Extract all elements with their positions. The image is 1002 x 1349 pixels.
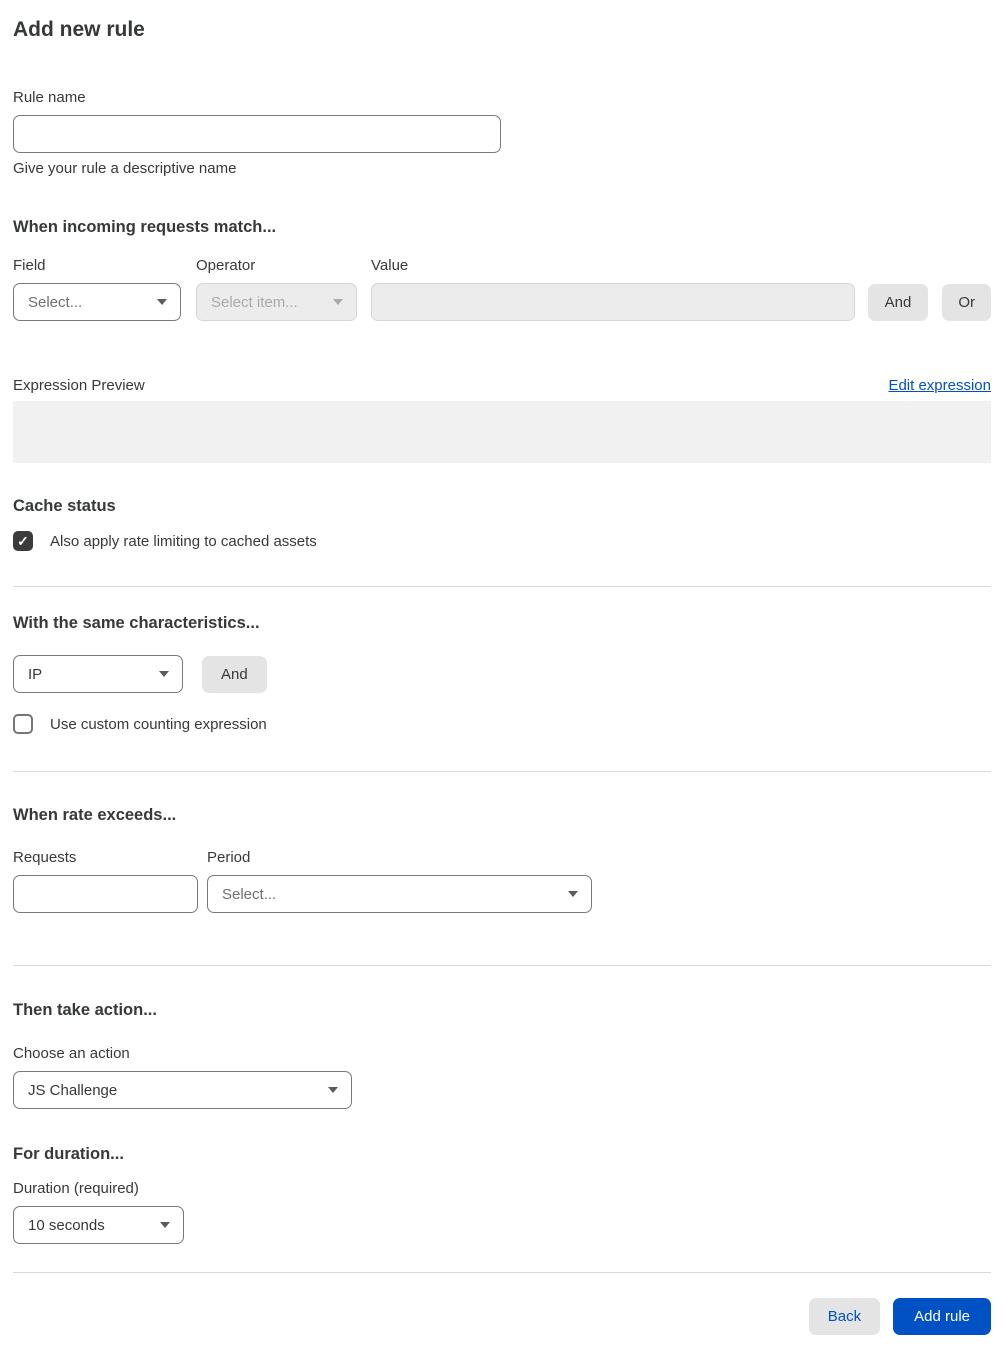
chevron-down-icon xyxy=(159,671,169,677)
chevron-down-icon xyxy=(328,1087,338,1093)
section-divider xyxy=(13,586,991,587)
field-select[interactable]: Select... xyxy=(13,283,181,321)
requests-input[interactable] xyxy=(13,875,198,913)
section-divider xyxy=(13,771,991,772)
rule-name-label: Rule name xyxy=(13,89,86,106)
rule-name-input[interactable] xyxy=(13,115,501,153)
value-input[interactable] xyxy=(371,283,855,321)
operator-label: Operator xyxy=(196,257,256,274)
cached-assets-checkbox-label: Also apply rate limiting to cached asset… xyxy=(50,532,317,550)
section-divider xyxy=(13,965,991,966)
period-select[interactable]: Select... xyxy=(207,875,592,913)
custom-counting-checkbox[interactable] xyxy=(13,714,33,734)
or-condition-button[interactable]: Or xyxy=(942,284,991,321)
operator-column: Operator Select item... xyxy=(196,257,357,321)
check-icon: ✓ xyxy=(17,533,29,549)
chevron-down-icon xyxy=(568,891,578,897)
operator-select[interactable]: Select item... xyxy=(196,283,357,321)
action-heading: Then take action... xyxy=(13,1001,157,1019)
footer-actions: Back Add rule xyxy=(13,1298,991,1335)
edit-expression-link[interactable]: Edit expression xyxy=(888,377,991,394)
characteristic-select[interactable]: IP xyxy=(13,655,183,693)
counting-expression-checkbox-row: Use custom counting expression xyxy=(13,714,991,734)
back-button[interactable]: Back xyxy=(808,1298,881,1335)
rate-heading: When rate exceeds... xyxy=(13,806,177,824)
add-rule-button[interactable]: Add rule xyxy=(893,1298,991,1335)
match-builder-row: Field Select... Operator Select item... … xyxy=(13,257,991,321)
expression-preview-label: Expression Preview xyxy=(13,377,145,394)
cached-assets-checkbox[interactable]: ✓ xyxy=(13,531,33,551)
duration-heading: For duration... xyxy=(13,1145,124,1163)
chevron-down-icon xyxy=(160,1222,170,1228)
and-condition-button[interactable]: And xyxy=(867,284,929,321)
add-rule-form: Add new rule Rule name Give your rule a … xyxy=(0,0,1002,1349)
period-select-value: Select... xyxy=(222,885,277,903)
value-label: Value xyxy=(371,257,409,274)
field-column: Field Select... xyxy=(13,257,181,321)
requests-label: Requests xyxy=(13,849,77,866)
expression-preview-header: Expression Preview Edit expression xyxy=(13,377,991,394)
custom-counting-checkbox-label: Use custom counting expression xyxy=(50,715,267,733)
operator-select-value: Select item... xyxy=(211,293,298,311)
action-select-value: JS Challenge xyxy=(28,1081,118,1099)
period-label: Period xyxy=(207,849,251,866)
period-column: Period Select... xyxy=(207,849,592,913)
rule-name-helper: Give your rule a descriptive name xyxy=(13,160,237,177)
requests-column: Requests xyxy=(13,849,198,913)
value-column: Value xyxy=(371,257,855,321)
cache-checkbox-row: ✓ Also apply rate limiting to cached ass… xyxy=(13,531,991,551)
characteristic-select-value: IP xyxy=(28,665,43,683)
characteristics-heading: With the same characteristics... xyxy=(13,614,260,632)
chevron-down-icon xyxy=(157,299,167,305)
duration-label: Duration (required) xyxy=(13,1180,139,1197)
cache-status-heading: Cache status xyxy=(13,497,116,515)
rule-name-section: Rule name Give your rule a descriptive n… xyxy=(13,89,991,177)
action-select[interactable]: JS Challenge xyxy=(13,1071,352,1109)
duration-select[interactable]: 10 seconds xyxy=(13,1206,184,1244)
field-label: Field xyxy=(13,257,46,274)
page-title: Add new rule xyxy=(13,18,145,41)
action-label: Choose an action xyxy=(13,1045,130,1062)
add-characteristic-and-button[interactable]: And xyxy=(202,655,267,693)
match-section-heading: When incoming requests match... xyxy=(13,218,277,236)
duration-select-value: 10 seconds xyxy=(28,1216,105,1234)
field-select-value: Select... xyxy=(28,293,83,311)
footer-divider xyxy=(13,1272,991,1273)
rate-row: Requests Period Select... xyxy=(13,849,991,913)
characteristics-row: IP And xyxy=(13,655,991,693)
chevron-down-icon xyxy=(333,299,343,305)
expression-preview-box xyxy=(13,401,991,463)
